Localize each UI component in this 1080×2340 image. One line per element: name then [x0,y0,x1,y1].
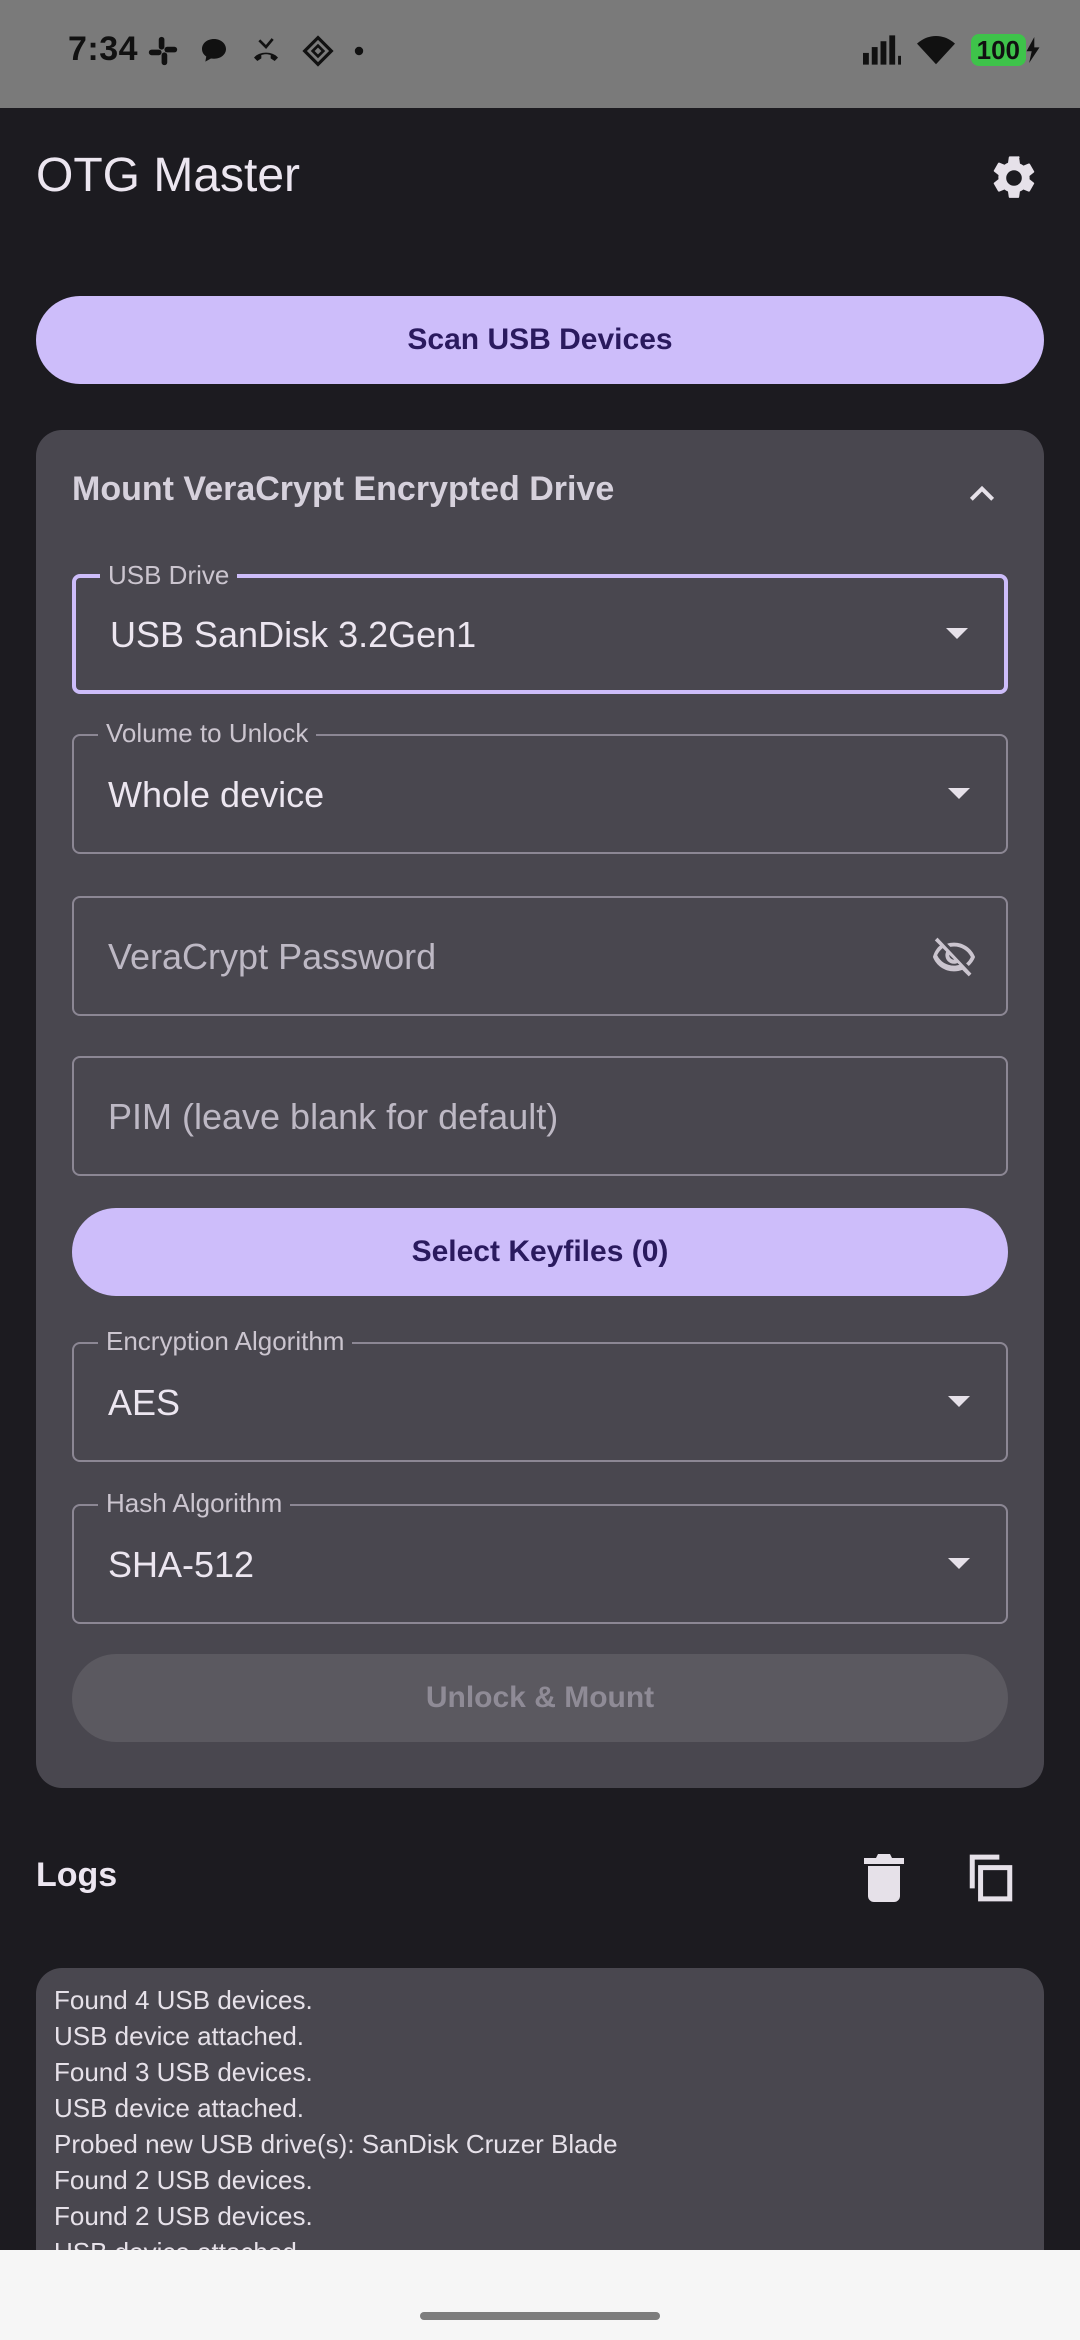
copy-icon[interactable] [966,1852,1016,1904]
log-output[interactable]: Found 4 USB devices. USB device attached… [36,1968,1044,2250]
log-line: USB device attached. [54,2021,305,2051]
battery-indicator: 100 [970,34,1026,66]
log-lines: Found 4 USB devices. USB device attached… [54,1982,618,2250]
app-title: OTG Master [36,149,301,202]
pim-field[interactable]: PIM (leave blank for default) [72,1056,1008,1176]
password-field[interactable]: VeraCrypt Password [72,896,1008,1016]
status-time: 7:34 [68,30,139,68]
volume-select[interactable]: Volume to Unlock Whole device [72,718,1008,854]
chat-icon [202,39,226,62]
log-line: Probed new USB drive(s): SanDisk Cruzer … [54,2129,618,2159]
log-line: Found 2 USB devices. [54,2165,313,2195]
missed-call-icon [254,38,278,61]
encryption-value: AES [108,1382,181,1423]
system-icons: 100 [862,34,1040,66]
hash-label: Hash Algorithm [98,1488,291,1519]
chevron-up-icon[interactable] [966,478,998,510]
mount-card-title: Mount VeraCrypt Encrypted Drive [72,470,615,508]
log-line: USB device attached. [54,2093,305,2123]
dropdown-arrow-icon [946,628,968,639]
usb-drive-label: USB Drive [100,560,238,591]
volume-value: Whole device [108,774,325,815]
usb-drive-select[interactable]: USB Drive USB SanDisk 3.2Gen1 [72,560,1008,694]
volume-label: Volume to Unlock [98,718,317,749]
dropdown-arrow-icon [948,1396,970,1407]
encryption-label: Encryption Algorithm [98,1326,353,1357]
wifi-icon [916,35,955,65]
log-line: Found 2 USB devices. [54,2201,313,2231]
hash-value: SHA-512 [108,1544,255,1585]
encryption-algorithm-select[interactable]: Encryption Algorithm AES [72,1326,1008,1462]
diamond-app-icon [302,35,334,67]
password-placeholder: VeraCrypt Password [108,936,437,977]
dropdown-arrow-icon [948,788,970,799]
select-keyfiles-button[interactable]: Select Keyfiles (0) [72,1208,1008,1296]
pim-placeholder: PIM (leave blank for default) [108,1096,559,1137]
log-line: Found 4 USB devices. [54,1985,313,2015]
log-line: Found 3 USB devices. [54,2057,313,2087]
slack-icon [148,36,178,66]
log-line: USB device attached. [54,2234,618,2250]
logs-title: Logs [36,1856,118,1894]
dropdown-arrow-icon [948,1558,970,1569]
navigation-bar [0,2250,1080,2340]
hash-algorithm-select[interactable]: Hash Algorithm SHA-512 [72,1488,1008,1624]
home-gesture-handle[interactable] [420,2312,660,2320]
signal-icon [862,35,901,65]
dot-icon [354,46,364,56]
unlock-mount-button[interactable]: Unlock & Mount [72,1654,1008,1742]
scan-usb-button[interactable]: Scan USB Devices [36,296,1044,384]
battery-charging-icon [1026,37,1040,63]
usb-drive-value: USB SanDisk 3.2Gen1 [110,614,477,655]
gear-icon[interactable] [988,152,1040,204]
notification-icons [146,34,366,68]
trash-icon[interactable] [864,1854,904,1902]
eye-off-icon[interactable] [928,934,980,980]
